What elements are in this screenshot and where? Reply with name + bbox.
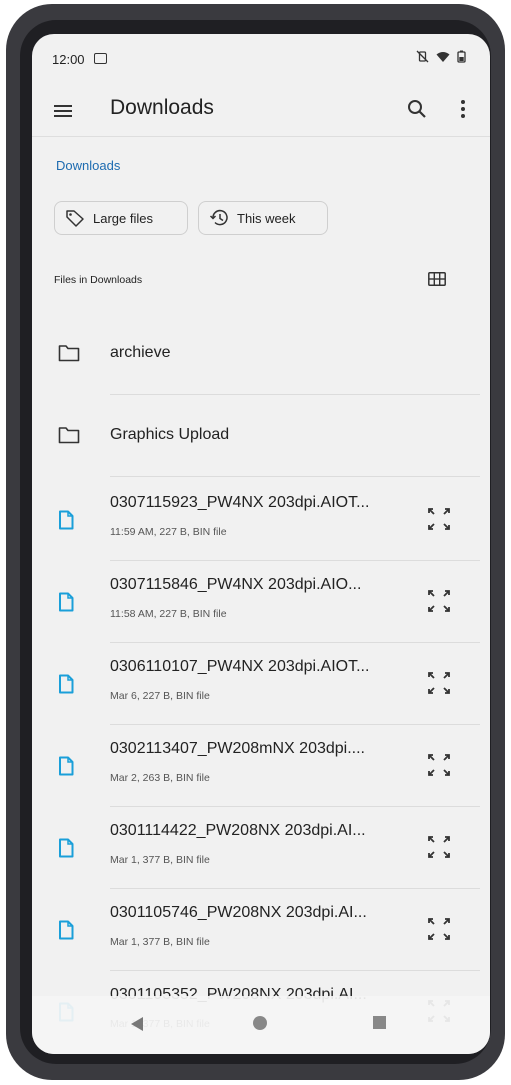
file-meta: Mar 2, 263 B, BIN file (110, 772, 210, 784)
recent-apps-icon[interactable] (373, 1016, 386, 1029)
folder-name: Graphics Upload (110, 426, 230, 443)
file-row[interactable]: 0301114422_PW208NX 203dpi.AI... Mar 1, 37… (32, 806, 490, 888)
chip-this-week[interactable]: This week (198, 201, 328, 235)
expand-icon[interactable] (426, 506, 452, 532)
chip-large-files[interactable]: Large files (54, 201, 188, 235)
battery-icon (457, 50, 466, 63)
file-row[interactable]: 0306110107_PW4NX 203dpi.AIOT... Mar 6, 22… (32, 642, 490, 724)
file-icon (59, 838, 74, 858)
file-icon (59, 592, 74, 612)
file-name: 0302113407_PW208mNX 203dpi.... (110, 740, 365, 757)
status-icons (416, 50, 466, 63)
file-meta: Mar 1, 377 B, BIN file (110, 936, 210, 948)
row-divider (110, 394, 480, 395)
file-meta: 11:59 AM, 227 B, BIN file (110, 526, 227, 538)
chip-label: Large files (93, 210, 153, 226)
file-row[interactable]: 0301105746_PW208NX 203dpi.AI... Mar 1, 37… (32, 888, 490, 970)
file-meta: Mar 1, 377 B, BIN file (110, 854, 210, 866)
search-icon[interactable] (406, 98, 428, 120)
row-divider (110, 476, 480, 477)
sim-icon (94, 53, 107, 64)
folder-icon (58, 427, 80, 444)
file-icon (59, 510, 74, 530)
file-icon (59, 756, 74, 776)
file-name: 0301105746_PW208NX 203dpi.AI... (110, 904, 367, 921)
expand-icon[interactable] (426, 916, 452, 942)
section-label: Files in Downloads (54, 274, 143, 286)
grid-view-icon[interactable] (428, 272, 446, 286)
wifi-icon (436, 51, 450, 62)
home-icon[interactable] (253, 1016, 267, 1030)
file-row[interactable]: 0307115846_PW4NX 203dpi.AIO... 11:58 AM, … (32, 560, 490, 642)
file-icon (59, 920, 74, 940)
more-options-icon[interactable] (458, 98, 468, 120)
expand-icon[interactable] (426, 588, 452, 614)
expand-icon[interactable] (426, 752, 452, 778)
navigation-bar (32, 996, 490, 1054)
file-name: 0307115846_PW4NX 203dpi.AIO... (110, 576, 362, 593)
menu-icon[interactable] (52, 100, 74, 122)
folder-name: archieve (110, 344, 171, 361)
file-icon (59, 674, 74, 694)
file-name: 0306110107_PW4NX 203dpi.AIOT... (110, 658, 370, 675)
file-row[interactable]: 0307115923_PW4NX 203dpi.AIOT... 11:59 AM,… (32, 478, 490, 560)
phone-screen: 12:00 Downloads Downloads Large files Th… (32, 34, 490, 1054)
file-row[interactable]: 0302113407_PW208mNX 203dpi.... Mar 2, 263… (32, 724, 490, 806)
chip-label: This week (237, 210, 296, 226)
folder-icon (58, 345, 80, 362)
file-meta: Mar 6, 227 B, BIN file (110, 690, 210, 702)
status-time: 12:00 (52, 52, 85, 67)
back-icon[interactable] (130, 1016, 144, 1032)
status-bar: 12:00 (32, 34, 490, 82)
tag-icon (66, 210, 84, 227)
file-meta: 11:58 AM, 227 B, BIN file (110, 608, 227, 620)
file-name: 0301114422_PW208NX 203dpi.AI... (110, 822, 366, 839)
app-bar: Downloads (32, 86, 490, 137)
folder-row[interactable]: Graphics Upload (32, 396, 490, 476)
vibrate-off-icon (416, 50, 429, 63)
folder-row[interactable]: archieve (32, 314, 490, 394)
expand-icon[interactable] (426, 670, 452, 696)
history-icon (209, 209, 228, 226)
page-title: Downloads (110, 96, 214, 119)
file-name: 0307115923_PW4NX 203dpi.AIOT... (110, 494, 370, 511)
expand-icon[interactable] (426, 834, 452, 860)
breadcrumb[interactable]: Downloads (56, 158, 120, 173)
